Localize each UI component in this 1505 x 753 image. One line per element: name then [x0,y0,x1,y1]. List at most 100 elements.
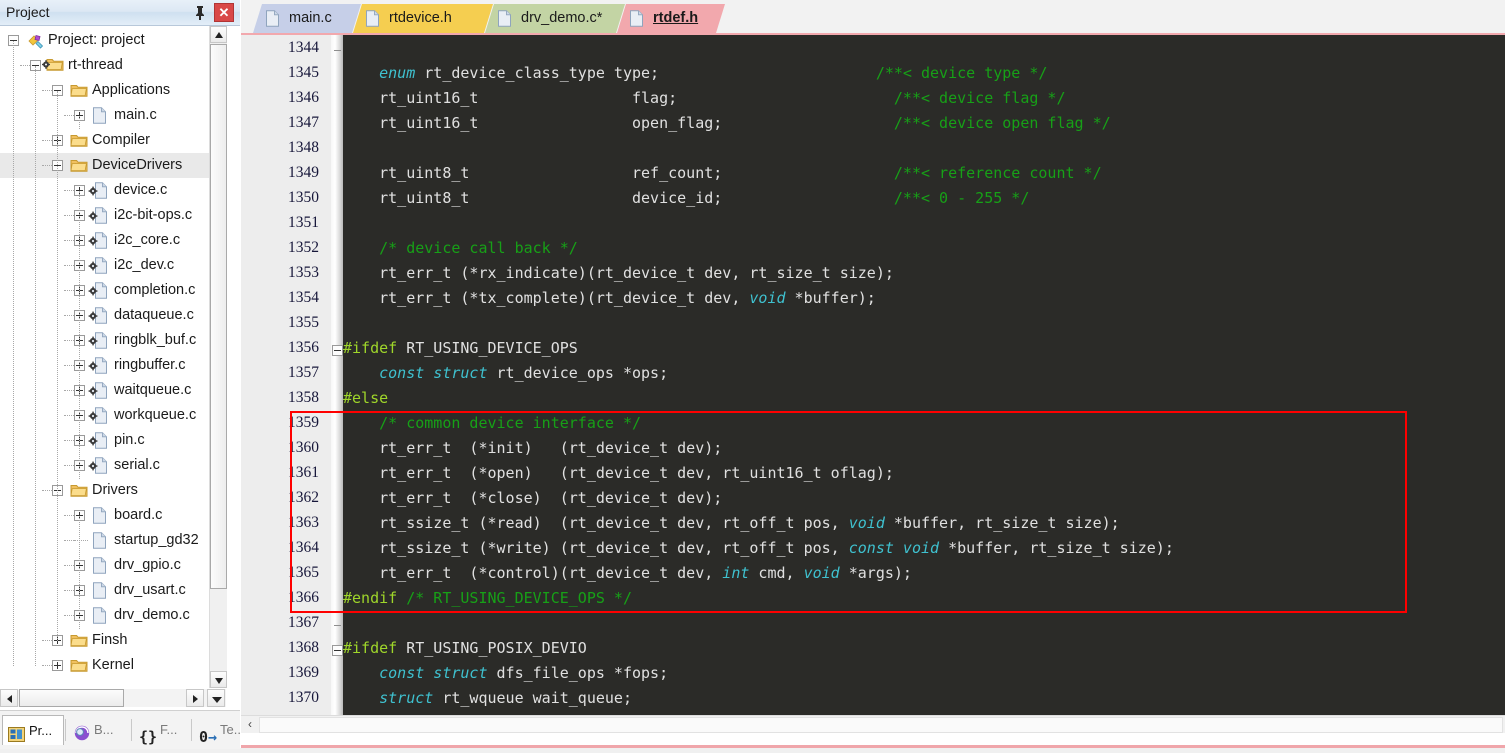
tree-guide-line [64,365,74,366]
line-number: 1348 [288,139,319,156]
code-token: rt_ssize_t (*write) (rt_device_t dev, rt… [343,539,849,557]
editor-tab-1[interactable]: rtdevice.h [353,4,493,33]
tree-item[interactable]: startup_gd32 [0,528,226,553]
code-line: rt_uint8_t ref_count; /**< reference cou… [343,164,1102,182]
code-token: rt_err_t (*rx_indicate)(rt_device_t dev,… [343,264,894,282]
dock-tab-strip: Pr... B...{} F... 0→ Te... [0,710,245,749]
code-line: struct rt_wqueue wait_queue; [343,689,632,707]
editor-tab-label: main.c [289,10,332,26]
tree-guide-line [79,516,80,629]
tree-hscroll-thumb[interactable] [19,689,124,707]
file-c-build-icon [88,407,107,424]
code-line: /* device call back */ [343,239,578,257]
code-fold-toggle[interactable] [332,345,343,356]
code-token: RT_USING_DEVICE_OPS [397,339,578,357]
code-editor[interactable]: 1344 1345 1346 1347 1348 1349 1350 1351 1352 1353… [241,33,1505,717]
dock-tab-0[interactable]: Pr... [2,715,64,745]
code-line: rt_ssize_t (*read) (rt_device_t dev, rt_… [343,514,1120,532]
line-number: 1365 [288,564,319,581]
tree-guide-line [64,465,74,466]
tree-item[interactable]: drv_gpio.c [0,553,226,578]
editor-tab-2[interactable]: drv_demo.c* [485,4,625,33]
line-number: 1363 [288,514,319,531]
tree-item[interactable]: Kernel [0,653,226,678]
tree-item[interactable]: completion.c [0,278,226,303]
tree-vertical-scrollbar[interactable] [209,26,227,688]
line-number: 1359 [288,414,319,431]
tree-item[interactable]: DeviceDrivers [0,153,226,178]
tree-item[interactable]: device.c [0,178,226,203]
tree-item[interactable]: drv_usart.c [0,578,226,603]
panel-dropdown-button[interactable] [207,689,225,707]
pin-icon[interactable] [192,4,208,21]
fold-margin[interactable] [331,35,343,717]
tree-item[interactable]: Applications [0,78,226,103]
tree-item-label: serial.c [114,457,160,473]
line-number: 1369 [288,664,319,681]
tree-item-label: DeviceDrivers [92,157,183,173]
tree-item[interactable]: i2c_dev.c [0,253,226,278]
line-number: 1347 [288,114,319,131]
scroll-right-arrow[interactable] [186,689,204,707]
editor-tab-3[interactable]: rtdef.h [617,4,725,33]
tree-item-label: completion.c [114,282,196,298]
code-token: rt_wqueue wait_queue; [433,689,632,707]
tree-item[interactable]: Project: project [0,28,226,53]
tree-item[interactable]: i2c_core.c [0,228,226,253]
close-icon[interactable]: ✕ [214,3,234,22]
tree-item[interactable]: i2c-bit-ops.c [0,203,226,228]
project-panel: Project ✕ Project: project rt-thread Appli… [0,0,245,749]
tree-item-label: drv_demo.c [114,607,190,623]
editor-tab-label: drv_demo.c* [521,10,603,26]
tree-item[interactable]: Compiler [0,128,226,153]
tree-item[interactable]: main.c [0,103,226,128]
dock-tab-1[interactable]: B... [68,715,130,745]
file-c-icon [92,107,110,124]
tree-item[interactable]: waitqueue.c [0,378,226,403]
tree-item-label: startup_gd32 [114,532,199,548]
editor-tab-0[interactable]: main.c [253,4,361,33]
tree-item[interactable]: Finsh [0,628,226,653]
editor-horizontal-scrollbar[interactable]: ‹ [241,715,1505,734]
scroll-left-arrow[interactable] [0,689,18,707]
tree-horizontal-scrollbar[interactable] [0,689,226,707]
file-c-build-icon [88,457,107,474]
line-number: 1358 [288,389,319,406]
editor-scroll-left-arrow[interactable]: ‹ [242,717,258,733]
tree-item[interactable]: Drivers [0,478,226,503]
code-text-area[interactable]: enum rt_device_class_type type; /**< dev… [343,35,1505,717]
tree-guide-line [13,41,14,666]
tree-item[interactable]: board.c [0,503,226,528]
file-c-build-icon [88,382,107,399]
code-token: int [722,564,750,582]
file-c-icon [92,532,110,549]
dock-tab-2[interactable]: {} F... [134,715,190,746]
code-line: rt_err_t (*rx_indicate)(rt_device_t dev,… [343,264,894,282]
editor-hscroll-track[interactable] [259,717,1503,733]
tree-item[interactable]: ringblk_buf.c [0,328,226,353]
dock-tab-label: B... [94,722,114,737]
code-token: rt_err_t (*init) (rt_device_t dev); [343,439,723,457]
tree-item-label: rt-thread [68,57,123,73]
tree-item[interactable]: workqueue.c [0,403,226,428]
tree-item[interactable]: dataqueue.c [0,303,226,328]
tree-item-label: i2c_core.c [114,232,181,248]
scroll-down-arrow[interactable] [210,671,227,688]
tree-guide-line [57,91,58,641]
tree-item[interactable]: drv_demo.c [0,603,226,628]
line-number-gutter: 1344 1345 1346 1347 1348 1349 1350 1351 1352 1353… [241,35,331,717]
tree-scroll-thumb[interactable] [210,44,227,589]
tree-item[interactable]: pin.c [0,428,226,453]
tree-item-label: board.c [114,507,163,523]
tree-item[interactable]: serial.c [0,453,226,478]
project-tree[interactable]: Project: project rt-thread Applications mai… [0,26,227,688]
tree-item[interactable]: rt-thread [0,53,226,78]
file-c-build-icon [88,307,107,324]
dock-tab-separator [191,719,192,741]
tree-item[interactable]: ringbuffer.c [0,353,226,378]
expand-icon[interactable] [52,660,63,671]
scroll-up-arrow[interactable] [210,26,227,43]
code-fold-toggle[interactable] [332,645,343,656]
